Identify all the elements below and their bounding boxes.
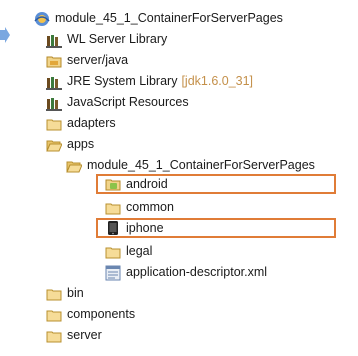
tree-item-project[interactable]: module_45_1_ContainerForServerPages (34, 8, 283, 29)
tree-item-label: server (67, 328, 102, 342)
tree-item-label: JavaScript Resources (67, 95, 189, 109)
tree-item-app-module[interactable]: module_45_1_ContainerForServerPages (66, 155, 315, 176)
tree-item-components[interactable]: components (46, 304, 135, 325)
tree-item-label: legal (126, 244, 153, 258)
tree-item-adapters[interactable]: adapters (46, 113, 116, 134)
folder-open-icon (66, 161, 82, 172)
library-icon (46, 76, 62, 90)
folder-icon (105, 247, 121, 258)
tree-item-label: WL Server Library (67, 32, 168, 46)
tree-item-label: application-descriptor.xml (126, 265, 268, 279)
tree-item-wl-server-library[interactable]: WL Server Library (46, 29, 167, 50)
tree-item-label: module_45_1_ContainerForServerPages (87, 158, 315, 172)
pointer-arrow-icon (0, 27, 10, 43)
tree-item-label: components (67, 307, 136, 321)
tree-item-label: iphone (126, 221, 164, 235)
source-folder-icon (46, 56, 62, 67)
folder-icon (46, 331, 62, 342)
library-icon (46, 97, 62, 111)
tree-item-bin[interactable]: bin (46, 283, 84, 304)
tree-item-common[interactable]: common (105, 197, 174, 218)
folder-open-icon (46, 140, 62, 151)
iphone-env-icon (108, 221, 118, 235)
xml-file-icon (105, 265, 121, 280)
tree-item-application-descriptor[interactable]: application-descriptor.xml (105, 262, 267, 283)
android-env-icon (105, 179, 121, 191)
tree-item-javascript-resources[interactable]: JavaScript Resources (46, 92, 189, 113)
tree-item-label: android (126, 177, 168, 191)
tree-item-label: bin (67, 286, 84, 300)
tree-item-label: apps (67, 137, 95, 151)
tree-item-android[interactable]: android (105, 174, 168, 194)
jdk-version-decoration: [jdk1.6.0_31] (181, 74, 254, 88)
tree-item-label: JRE System Library (67, 74, 178, 88)
folder-icon (46, 310, 62, 321)
tree-item-jre-system-library[interactable]: JRE System Library [jdk1.6.0_31] (46, 71, 253, 92)
tree-item-server-java[interactable]: server/java (46, 50, 128, 71)
tree-item-apps[interactable]: apps (46, 134, 94, 155)
folder-icon (46, 289, 62, 300)
tree-item-legal[interactable]: legal (105, 241, 152, 262)
tree-item-label: common (126, 200, 174, 214)
worklight-project-icon (34, 11, 50, 26)
tree-item-label: adapters (67, 116, 116, 130)
folder-icon (46, 119, 62, 130)
tree-item-label: server/java (67, 53, 129, 67)
folder-icon (105, 203, 121, 214)
library-icon (46, 34, 62, 48)
tree-item-iphone[interactable]: iphone (105, 218, 164, 238)
tree-item-label: module_45_1_ContainerForServerPages (55, 11, 283, 25)
tree-item-server[interactable]: server (46, 325, 102, 346)
